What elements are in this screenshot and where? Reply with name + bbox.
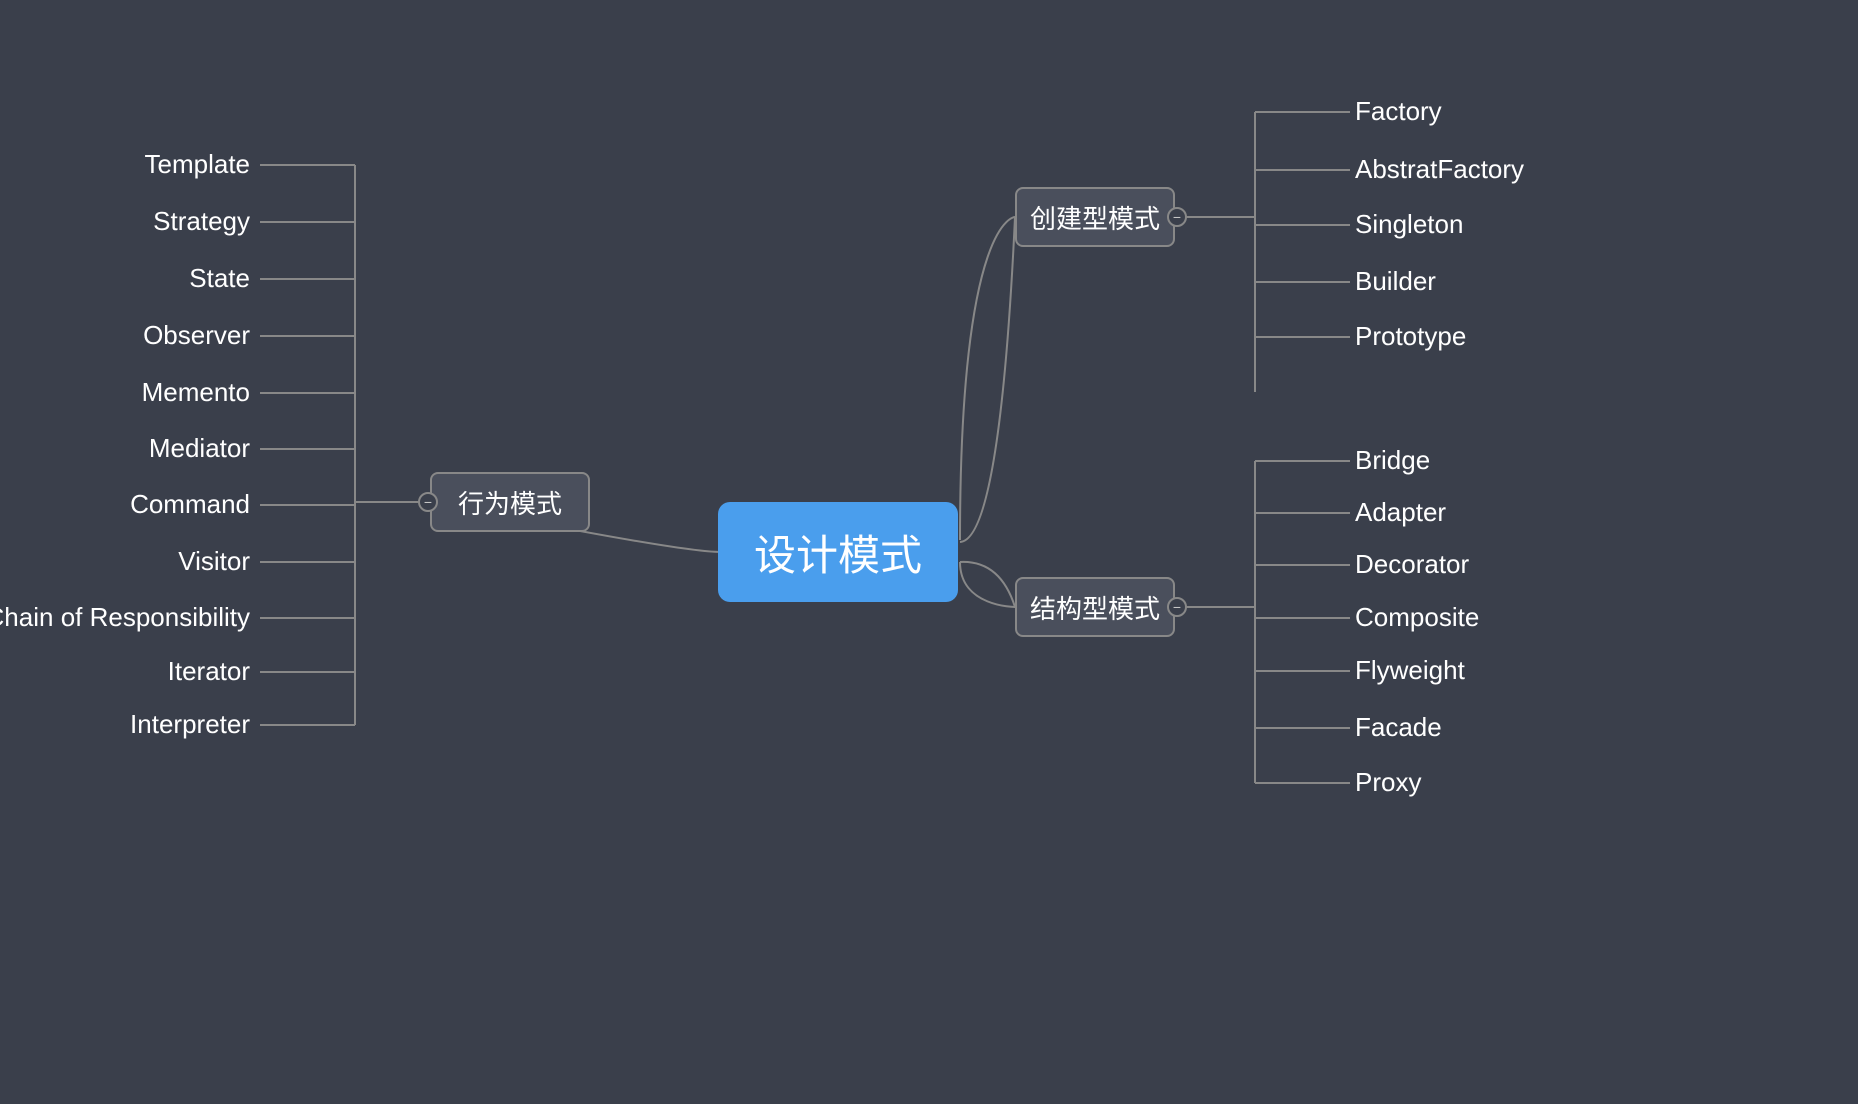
creational-collapse-btn[interactable]: − [1167,207,1187,227]
leaf-interpreter: Interpreter [130,709,250,739]
leaf-observer: Observer [143,320,250,350]
leaf-visitor: Visitor [178,546,250,576]
leaf-bridge: Bridge [1355,445,1430,475]
leaf-adapter: Adapter [1355,497,1446,527]
leaf-strategy: Strategy [153,206,250,236]
leaf-builder: Builder [1355,266,1436,296]
behavioral-node[interactable]: 行为模式 − [430,472,590,532]
leaf-template: Template [145,149,251,179]
leaf-factory: Factory [1355,96,1442,126]
leaf-singleton: Singleton [1355,209,1463,239]
leaf-flyweight: Flyweight [1355,655,1466,685]
leaf-abstratfactory: AbstratFactory [1355,154,1524,184]
leaf-decorator: Decorator [1355,549,1469,579]
behavioral-collapse-btn[interactable]: − [418,492,438,512]
center-node: 设计模式 [718,502,958,602]
leaf-mediator: Mediator [149,433,250,463]
leaf-facade: Facade [1355,712,1442,742]
leaf-proxy: Proxy [1355,767,1421,797]
leaf-iterator: Iterator [168,656,251,686]
leaf-chain: Chain of Responsibility [0,602,250,632]
leaf-state: State [189,263,250,293]
structural-collapse-btn[interactable]: − [1167,597,1187,617]
leaf-prototype: Prototype [1355,321,1466,351]
structural-node[interactable]: 结构型模式 − [1015,577,1175,637]
leaf-composite: Composite [1355,602,1479,632]
leaf-memento: Memento [142,377,250,407]
leaf-command: Command [130,489,250,519]
creational-node[interactable]: 创建型模式 − [1015,187,1175,247]
